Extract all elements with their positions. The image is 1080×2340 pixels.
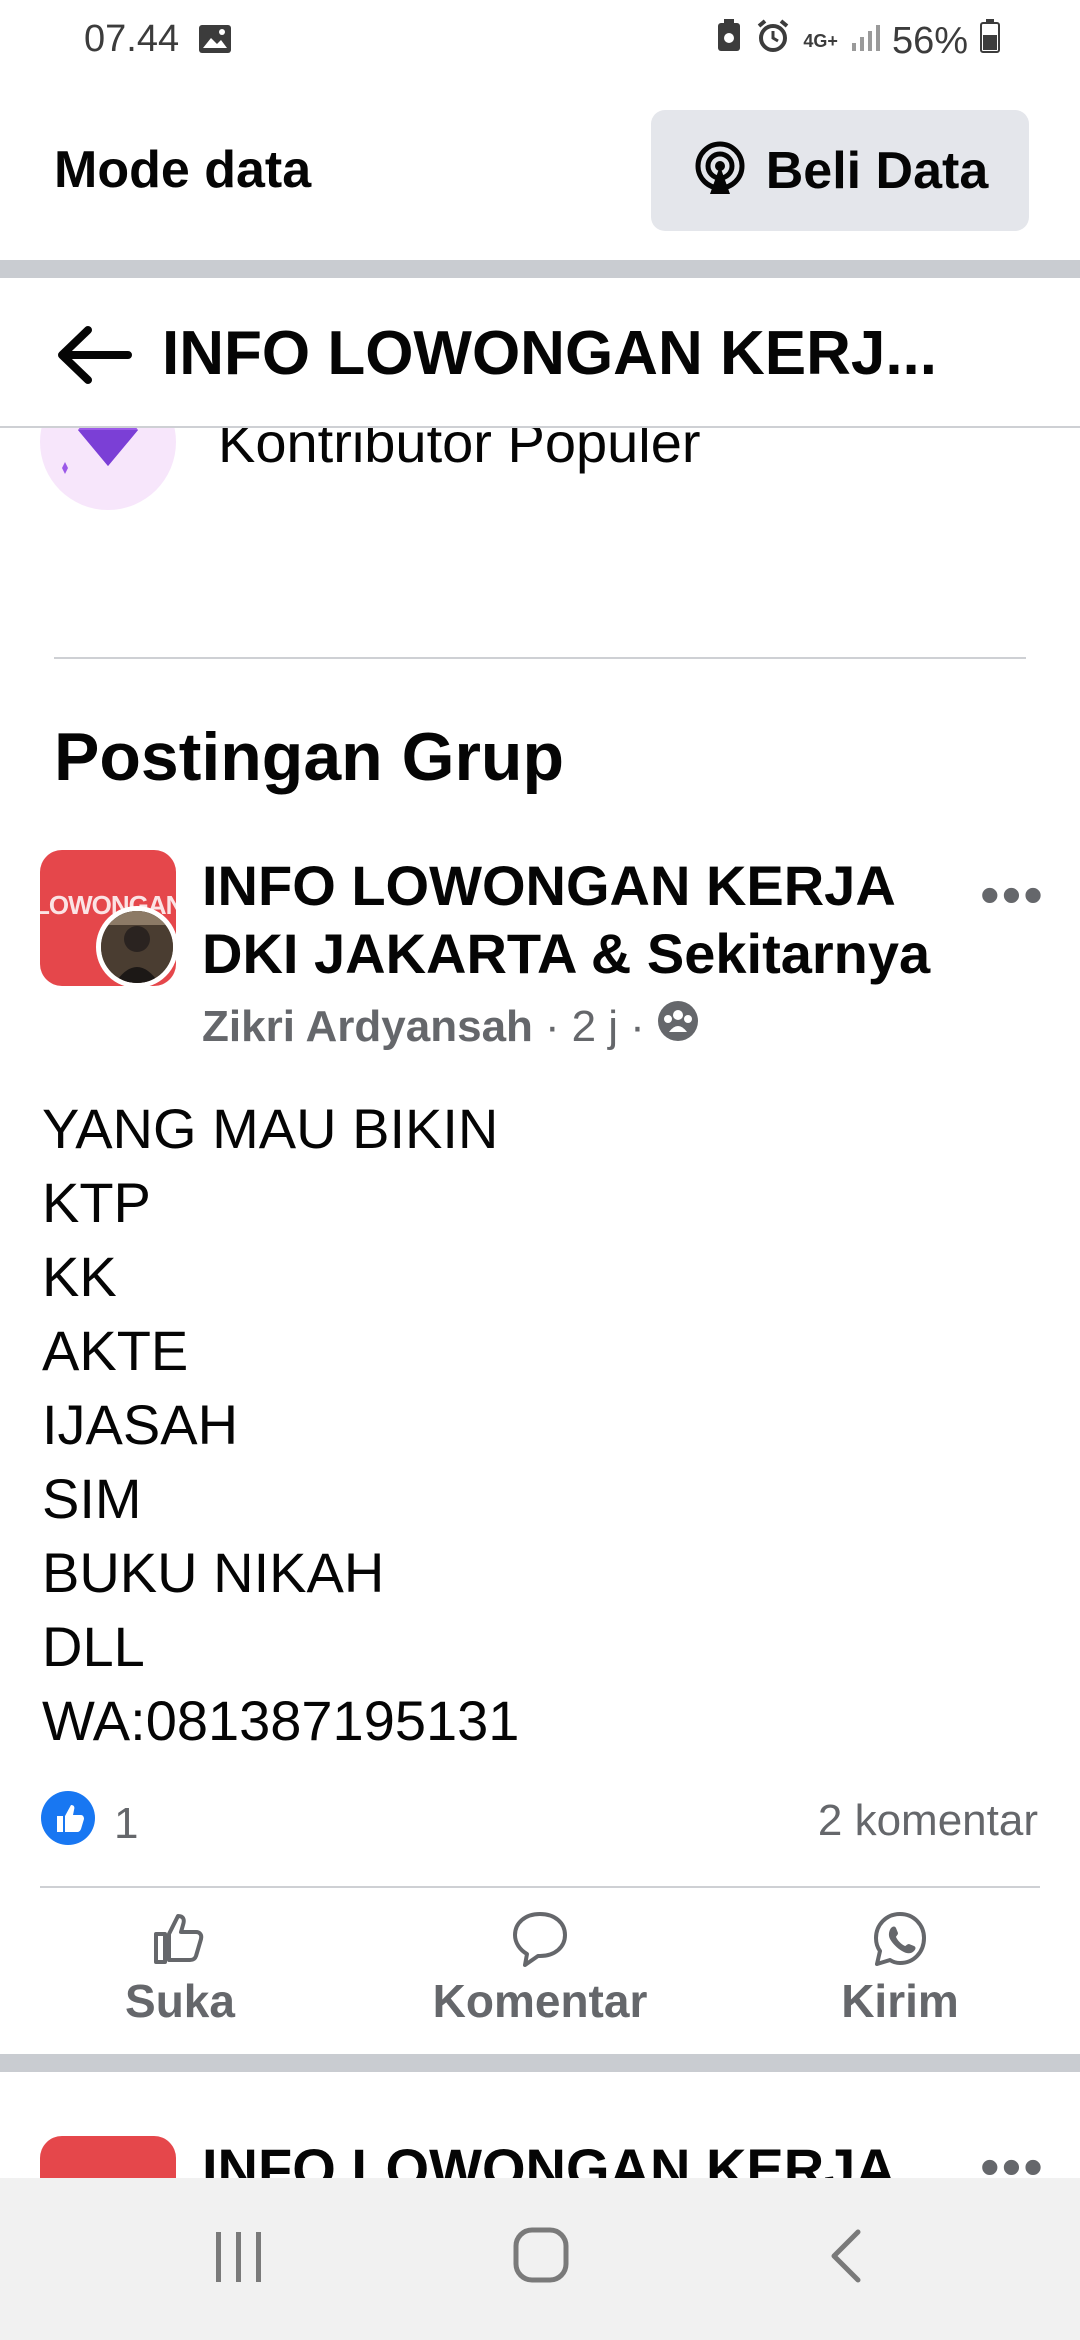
signal-icon (850, 20, 880, 63)
gallery-notification-icon (198, 24, 232, 59)
post-line: IJASAH (42, 1393, 239, 1456)
divider (40, 1886, 1040, 1888)
comment-button[interactable]: Komentar (390, 1910, 690, 2030)
buy-data-label: Beli Data (765, 141, 989, 200)
post-line: KTP (42, 1171, 151, 1234)
back-arrow-icon[interactable] (54, 322, 134, 388)
post-line: BUKU NIKAH (42, 1541, 385, 1604)
author-avatar[interactable] (96, 906, 178, 988)
group-posts-heading: Postingan Grup (54, 719, 564, 795)
post-line: KK (42, 1245, 117, 1308)
status-time: 07.44 (84, 18, 180, 60)
likes-count: 1 (114, 1798, 139, 1848)
comments-count[interactable]: 2 komentar (818, 1796, 1038, 1846)
divider (54, 657, 1026, 659)
section-divider (0, 2054, 1080, 2072)
post-group-name[interactable]: INFO LOWONGAN KERJA DKI JAKARTA & Sekita… (202, 852, 962, 988)
group-audience-icon (657, 1000, 699, 1053)
post-meta: Zikri Ardyansah · 2 j · (202, 1000, 699, 1053)
whatsapp-icon (871, 1910, 929, 1968)
post-body: YANG MAU BIKIN KTP KK AKTE IJASAH SIM BU… (42, 1092, 519, 1758)
like-label: Suka (125, 1975, 235, 2027)
battery-icon (980, 19, 1000, 63)
send-whatsapp-button[interactable]: Kirim (750, 1910, 1050, 2030)
comment-label: Komentar (432, 1975, 648, 2027)
network-type-label: 4G+ (803, 30, 838, 51)
back-nav-icon[interactable] (826, 2228, 866, 2289)
send-label: Kirim (841, 1975, 959, 2027)
post-line: YANG MAU BIKIN (42, 1097, 499, 1160)
like-reaction-icon (40, 1790, 96, 1857)
reactions-summary[interactable]: 1 (40, 1790, 138, 1857)
battery-percent: 56% (891, 19, 968, 62)
post-author[interactable]: Zikri Ardyansah (202, 1002, 533, 1052)
thumbs-up-icon (151, 1910, 209, 1968)
group-title: INFO LOWONGAN KERJ... (162, 319, 937, 388)
post-line: WA:081387195131 (42, 1689, 520, 1752)
data-mode-title: Mode data (54, 141, 312, 199)
broadcast-icon (692, 140, 748, 201)
home-icon[interactable] (512, 2226, 570, 2289)
post-line: AKTE (42, 1319, 189, 1382)
meta-dot: · (630, 1001, 645, 1051)
recent-apps-icon[interactable] (212, 2230, 266, 2289)
post-time[interactable]: 2 j (572, 1002, 618, 1052)
post-more-button[interactable]: ••• (980, 862, 1045, 927)
post-line: DLL (42, 1615, 145, 1678)
recycle-icon (715, 19, 743, 63)
section-divider (0, 260, 1080, 278)
meta-dot: · (544, 1001, 560, 1051)
alarm-icon (755, 18, 791, 64)
post-line: SIM (42, 1467, 142, 1530)
like-button[interactable]: Suka (30, 1910, 330, 2030)
comment-bubble-icon (511, 1910, 569, 1968)
buy-data-button[interactable]: Beli Data (651, 110, 1029, 231)
status-right-cluster: 4G+ 56% (715, 18, 1000, 64)
